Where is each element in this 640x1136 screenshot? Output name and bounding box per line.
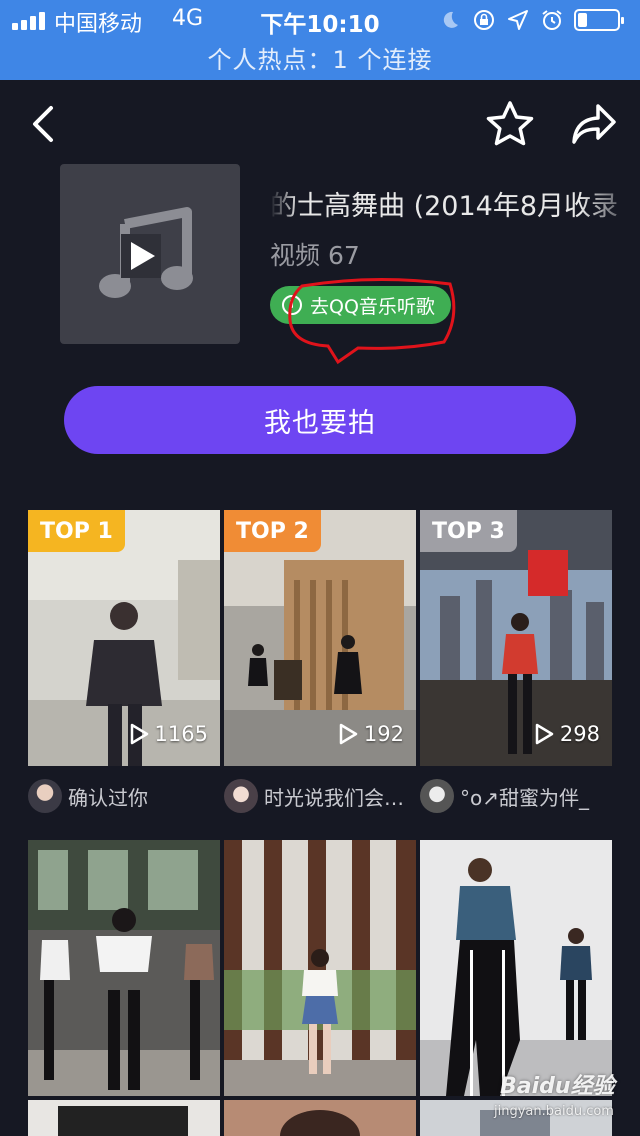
rank-badge: TOP 1	[28, 510, 125, 552]
play-count-value: 298	[559, 722, 600, 746]
song-title: 的士高舞曲 (2014年8月收录	[270, 191, 619, 222]
rank-badge: TOP 2	[224, 510, 321, 552]
video-thumbnail	[224, 1100, 416, 1136]
author-name: °o↗甜蜜为伴_	[460, 785, 589, 810]
star-outline-icon	[486, 101, 534, 146]
battery-icon	[574, 9, 624, 31]
chevron-left-icon	[33, 106, 53, 142]
video-thumbnail	[224, 840, 416, 1096]
back-button[interactable]	[16, 96, 72, 152]
video-tile[interactable]: TOP 3 298	[420, 510, 612, 766]
video-tile[interactable]	[28, 840, 220, 1096]
author-row[interactable]: 确认过你	[28, 778, 148, 814]
status-bar: 中国移动 4G 下午10:10 个人热点：1 个连接	[0, 0, 640, 80]
avatar	[28, 779, 62, 813]
rotation-lock-icon	[474, 10, 494, 30]
play-count-value: 192	[363, 722, 404, 746]
play-count: 192	[338, 722, 404, 746]
author-name: 时光说我们会…	[264, 785, 404, 810]
share-arrow-icon	[572, 104, 616, 144]
avatar	[420, 779, 454, 813]
video-count-label: 视频	[270, 241, 321, 270]
rank-badge: TOP 3	[420, 510, 517, 552]
play-icon	[535, 723, 554, 745]
video-tile[interactable]	[420, 840, 612, 1096]
music-cover[interactable]	[60, 164, 240, 344]
video-tile[interactable]	[224, 1100, 416, 1136]
alarm-icon	[542, 10, 562, 30]
play-count-value: 1165	[154, 722, 208, 746]
share-button[interactable]	[566, 96, 622, 152]
shoot-button[interactable]: 我也要拍	[64, 386, 576, 454]
video-tile[interactable]	[28, 1100, 220, 1136]
hotspot-banner[interactable]: 个人热点：1 个连接	[0, 40, 640, 75]
watermark-url: jingyan.baidu.com	[494, 1104, 614, 1119]
moon-icon	[443, 11, 458, 28]
video-thumbnail	[28, 840, 220, 1096]
play-icon	[339, 723, 358, 745]
video-tile[interactable]	[224, 840, 416, 1096]
annotation-circle	[288, 277, 456, 365]
video-thumbnail	[28, 1100, 220, 1136]
video-thumbnail	[420, 840, 612, 1096]
music-note-play-icon	[99, 207, 193, 298]
baidu-watermark: Baidu经验 jingyan.baidu.com	[490, 1066, 630, 1132]
watermark-main: Baidu经验	[500, 1074, 615, 1099]
author-row[interactable]: °o↗甜蜜为伴_	[420, 778, 589, 814]
author-row[interactable]: 时光说我们会…	[224, 778, 404, 814]
video-count: 视频 67	[270, 236, 360, 272]
play-count: 1165	[129, 722, 208, 746]
video-count-value: 67	[328, 241, 360, 270]
favorite-button[interactable]	[482, 96, 538, 152]
play-count: 298	[534, 722, 600, 746]
video-tile[interactable]: TOP 2 192	[224, 510, 416, 766]
play-icon	[130, 723, 148, 745]
avatar	[224, 779, 258, 813]
location-icon	[508, 10, 528, 30]
author-name: 确认过你	[68, 785, 148, 810]
video-tile[interactable]: TOP 1 1165	[28, 510, 220, 766]
